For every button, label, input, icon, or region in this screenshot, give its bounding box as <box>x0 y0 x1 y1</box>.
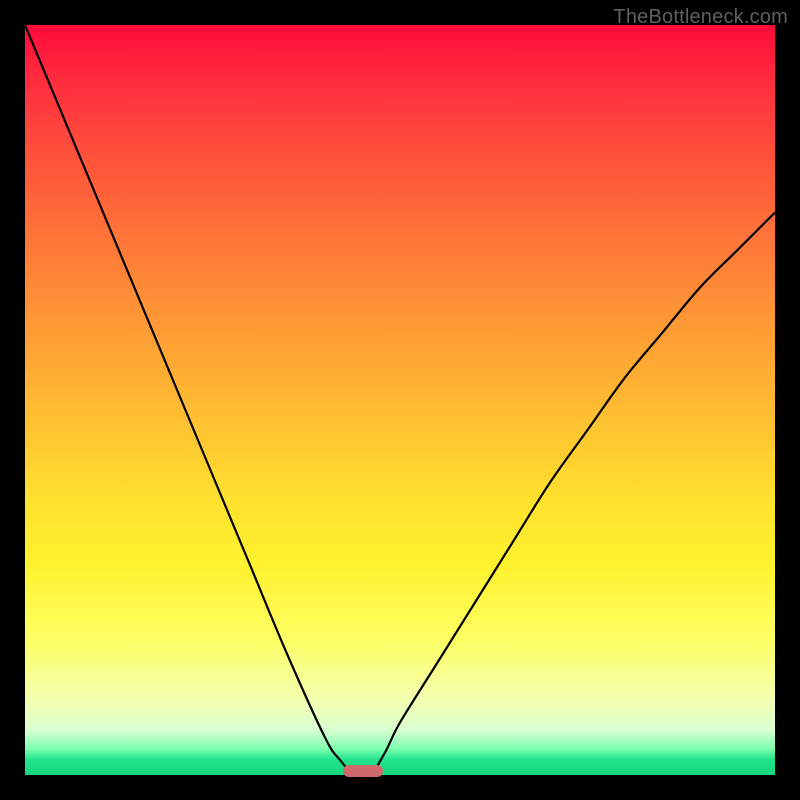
optimal-point-marker <box>343 765 383 777</box>
plot-frame <box>25 25 775 775</box>
curve-path <box>25 25 775 775</box>
watermark-text: TheBottleneck.com <box>613 6 788 29</box>
bottleneck-curve <box>25 25 775 775</box>
